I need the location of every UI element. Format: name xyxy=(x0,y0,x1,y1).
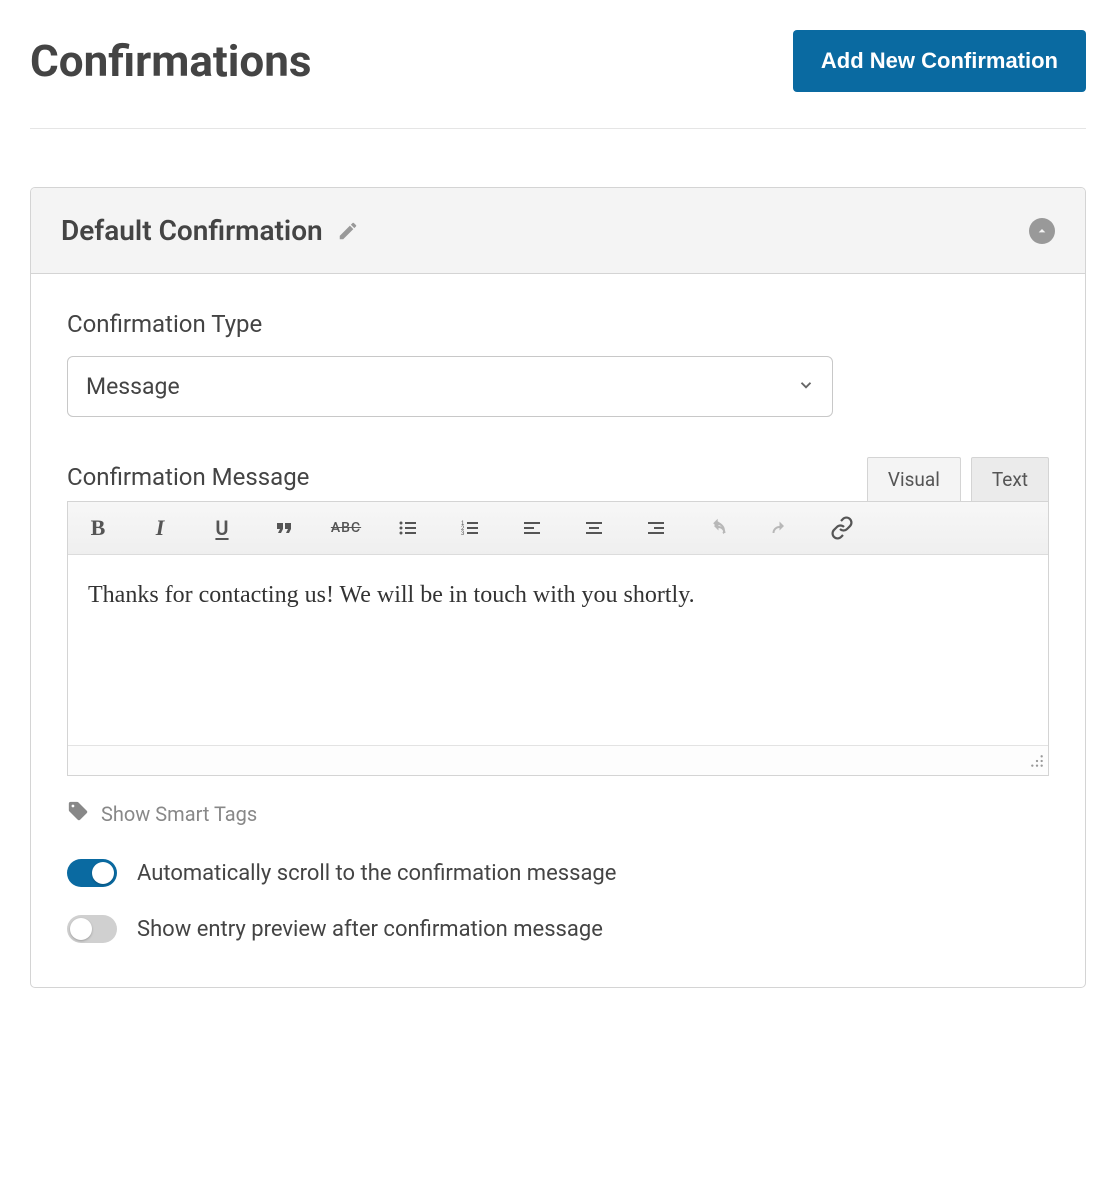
pencil-icon[interactable] xyxy=(337,220,359,242)
undo-button[interactable] xyxy=(700,510,736,546)
confirmation-type-label: Confirmation Type xyxy=(67,310,1049,338)
bold-button[interactable]: B xyxy=(80,510,116,546)
align-center-button[interactable] xyxy=(576,510,612,546)
editor-container: B I U ABC 123 xyxy=(67,501,1049,776)
align-left-button[interactable] xyxy=(514,510,550,546)
smart-tags-label: Show Smart Tags xyxy=(101,802,257,826)
tag-icon xyxy=(67,800,89,827)
tab-text[interactable]: Text xyxy=(971,457,1049,501)
message-editor[interactable]: Thanks for contacting us! We will be in … xyxy=(68,555,1048,745)
confirmation-type-select[interactable]: Message xyxy=(67,356,833,417)
confirmation-message-label: Confirmation Message xyxy=(67,463,309,491)
divider xyxy=(30,128,1086,129)
panel-header[interactable]: Default Confirmation xyxy=(31,188,1085,274)
blockquote-button[interactable] xyxy=(266,510,302,546)
toggle-auto-scroll[interactable] xyxy=(67,859,117,887)
toggle-entry-preview-label: Show entry preview after confirmation me… xyxy=(137,917,603,942)
align-right-button[interactable] xyxy=(638,510,674,546)
redo-button[interactable] xyxy=(762,510,798,546)
add-new-confirmation-button[interactable]: Add New Confirmation xyxy=(793,30,1086,92)
tab-visual[interactable]: Visual xyxy=(867,457,961,501)
toggle-auto-scroll-label: Automatically scroll to the confirmation… xyxy=(137,861,616,886)
page-title: Confirmations xyxy=(30,35,312,87)
svg-text:3: 3 xyxy=(461,531,465,537)
panel-title: Default Confirmation xyxy=(61,214,323,247)
editor-statusbar xyxy=(68,745,1048,775)
editor-toolbar: B I U ABC 123 xyxy=(68,502,1048,555)
numbered-list-button[interactable]: 123 xyxy=(452,510,488,546)
resize-handle-icon[interactable] xyxy=(1030,753,1044,772)
bullet-list-button[interactable] xyxy=(390,510,426,546)
link-button[interactable] xyxy=(824,510,860,546)
toggle-entry-preview[interactable] xyxy=(67,915,117,943)
panel-body: Confirmation Type Message Confirmation M… xyxy=(31,274,1085,987)
strikethrough-button[interactable]: ABC xyxy=(328,510,364,546)
confirmation-panel: Default Confirmation Confirmation Type M… xyxy=(30,187,1086,988)
show-smart-tags-link[interactable]: Show Smart Tags xyxy=(67,800,1049,827)
underline-button[interactable]: U xyxy=(204,510,240,546)
chevron-up-icon[interactable] xyxy=(1029,218,1055,244)
italic-button[interactable]: I xyxy=(142,510,178,546)
